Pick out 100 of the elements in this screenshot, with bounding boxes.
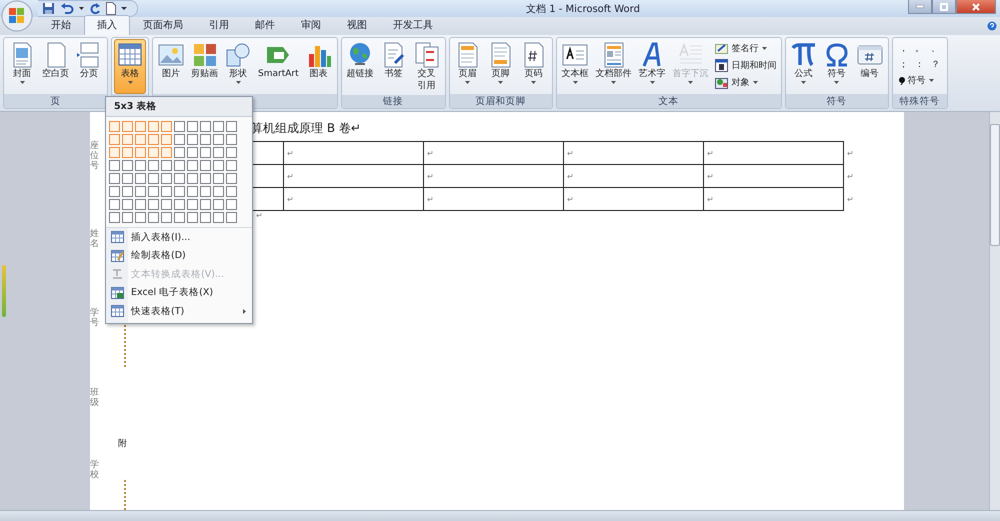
symbol-button[interactable]: 、: [928, 41, 943, 55]
table-grid-cell[interactable]: [213, 134, 224, 145]
scrollbar-thumb[interactable]: [990, 124, 1000, 246]
table-grid-cell[interactable]: [135, 121, 146, 132]
table-grid-cell[interactable]: [174, 186, 185, 197]
table-grid-cell[interactable]: [187, 173, 198, 184]
ribbon-tab[interactable]: 引用: [196, 15, 242, 35]
symbol-button[interactable]: ，: [896, 41, 911, 55]
table-grid-cell[interactable]: [148, 160, 159, 171]
table-grid-cell[interactable]: [109, 134, 120, 145]
ribbon-button[interactable]: 超链接: [344, 39, 377, 95]
table-grid-cell[interactable]: [122, 160, 133, 171]
table-grid-cell[interactable]: [200, 147, 211, 158]
table-grid-cell[interactable]: [226, 134, 237, 145]
table-grid-cell[interactable]: [226, 212, 237, 223]
ribbon-button[interactable]: 公式: [788, 39, 820, 94]
table-grid-cell[interactable]: [161, 121, 172, 132]
table-grid-cell[interactable]: [187, 212, 198, 223]
ribbon-tab[interactable]: 插入: [84, 15, 130, 35]
ribbon-button[interactable]: 封面: [6, 39, 38, 94]
table-grid-cell[interactable]: [161, 173, 172, 184]
table-grid-cell[interactable]: [200, 173, 211, 184]
table-grid-cell[interactable]: [109, 199, 120, 210]
ribbon-tab[interactable]: 视图: [334, 15, 380, 35]
symbol-button[interactable]: 。: [912, 41, 927, 55]
ribbon-button[interactable]: 页眉: [452, 39, 484, 94]
table-grid-cell[interactable]: [109, 121, 120, 132]
ribbon-button[interactable]: 页码: [518, 39, 550, 94]
table-grid-cell[interactable]: [174, 212, 185, 223]
table-grid-cell[interactable]: [109, 160, 120, 171]
table-grid-cell[interactable]: [213, 160, 224, 171]
ribbon-button[interactable]: 文本框: [558, 39, 592, 94]
redo-icon[interactable]: [89, 2, 101, 15]
ribbon-button[interactable]: 文档部件: [592, 39, 635, 94]
maximize-button[interactable]: [932, 0, 956, 14]
dropdown-arrow-icon[interactable]: [79, 6, 84, 10]
help-icon[interactable]: [987, 21, 997, 31]
table-grid-cell[interactable]: [161, 212, 172, 223]
ribbon-button[interactable]: 形状: [222, 39, 254, 94]
table-grid-cell[interactable]: [200, 212, 211, 223]
table-grid-cell[interactable]: [161, 147, 172, 158]
table-grid-cell[interactable]: [161, 160, 172, 171]
table-grid-cell[interactable]: [148, 134, 159, 145]
table-grid-cell[interactable]: [213, 186, 224, 197]
table-grid-cell[interactable]: [187, 160, 198, 171]
symbol-button[interactable]: ？: [928, 57, 943, 71]
table-grid-cell[interactable]: [174, 121, 185, 132]
save-icon[interactable]: [42, 2, 55, 15]
close-button[interactable]: [956, 0, 996, 14]
ribbon-tab[interactable]: 邮件: [242, 15, 288, 35]
ribbon-button[interactable]: 页脚: [484, 39, 517, 94]
table-grid-cell[interactable]: [109, 186, 120, 197]
table-grid-cell[interactable]: [200, 160, 211, 171]
table-grid-cell[interactable]: [161, 186, 172, 197]
table-grid-cell[interactable]: [200, 121, 211, 132]
customize-arrow-icon[interactable]: [121, 6, 127, 11]
table-grid-cell[interactable]: [135, 147, 146, 158]
ribbon-tab[interactable]: 审阅: [288, 15, 334, 35]
new-document-icon[interactable]: [106, 2, 116, 15]
table-grid-cell[interactable]: [122, 173, 133, 184]
ribbon-button[interactable]: 表格: [114, 39, 146, 94]
table-grid-cell[interactable]: [109, 147, 120, 158]
menu-item[interactable]: 插入表格(I)...: [106, 228, 252, 246]
table-grid-cell[interactable]: [226, 199, 237, 210]
table-grid-cell[interactable]: [135, 199, 146, 210]
table-grid-cell[interactable]: [213, 212, 224, 223]
table-grid-cell[interactable]: [187, 147, 198, 158]
table-grid-cell[interactable]: [109, 173, 120, 184]
table-grid-cell[interactable]: [187, 199, 198, 210]
table-grid-cell[interactable]: [226, 147, 237, 158]
table-grid-cell[interactable]: [135, 212, 146, 223]
menu-item[interactable]: 快速表格(T): [106, 302, 252, 320]
table-grid-cell[interactable]: [161, 199, 172, 210]
table-grid-cell[interactable]: [174, 147, 185, 158]
ribbon-small-button[interactable]: 日期和时间: [712, 58, 779, 73]
table-grid-cell[interactable]: [213, 173, 224, 184]
ribbon-button[interactable]: 书签: [378, 39, 410, 95]
menu-item[interactable]: Excel 电子表格(X): [106, 284, 252, 302]
table-grid-cell[interactable]: [109, 212, 120, 223]
table-grid-cell[interactable]: [122, 199, 133, 210]
ribbon-button[interactable]: 编号: [854, 39, 886, 94]
table-grid-cell[interactable]: [226, 121, 237, 132]
symbol-button[interactable]: ：: [912, 57, 927, 71]
table-grid-cell[interactable]: [148, 121, 159, 132]
symbol-button[interactable]: ；: [896, 57, 911, 71]
table-grid-cell[interactable]: [187, 134, 198, 145]
table-grid-cell[interactable]: [226, 173, 237, 184]
ribbon-tab[interactable]: 页面布局: [130, 15, 196, 35]
table-grid-cell[interactable]: [200, 134, 211, 145]
table-grid-cell[interactable]: [213, 121, 224, 132]
ribbon-button[interactable]: SmartArt: [255, 39, 302, 94]
table-grid-cell[interactable]: [174, 160, 185, 171]
ribbon-button[interactable]: 图表: [302, 39, 335, 94]
table-grid-cell[interactable]: [187, 186, 198, 197]
ribbon-small-button[interactable]: 签名行: [712, 41, 779, 56]
table-grid-cell[interactable]: [122, 186, 133, 197]
table-grid-cell[interactable]: [135, 186, 146, 197]
table-grid-cell[interactable]: [161, 134, 172, 145]
ribbon-button[interactable]: 空白页: [39, 39, 72, 94]
table-grid-cell[interactable]: [148, 173, 159, 184]
